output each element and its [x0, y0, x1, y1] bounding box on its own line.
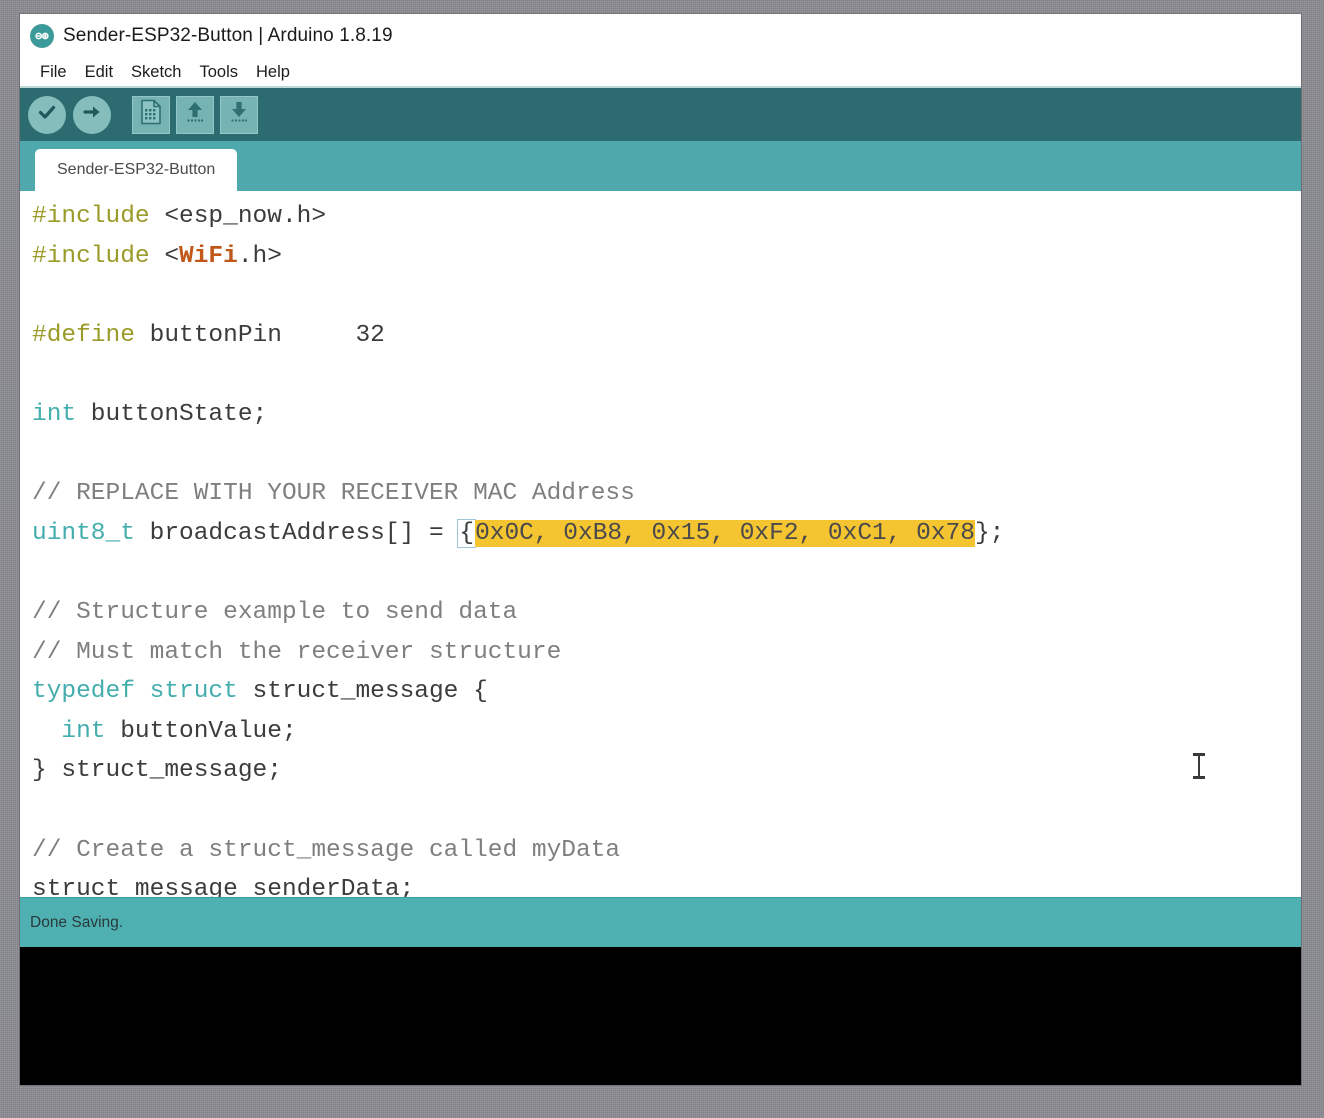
document-icon [139, 99, 163, 130]
code-token: <esp_now.h> [149, 203, 327, 230]
status-message: Done Saving. [30, 913, 124, 931]
menu-item-help[interactable]: Help [256, 63, 290, 82]
code-token: struct [149, 678, 238, 706]
code-token: #include [32, 242, 150, 270]
menu-item-edit[interactable]: Edit [85, 63, 113, 82]
code-line: #include <WiFi.h> [32, 237, 1301, 277]
code-line: uint8_t broadcastAddress[] = {0x0C, 0xB8… [32, 514, 1301, 554]
window-title: Sender-ESP32-Button | Arduino 1.8.19 [63, 25, 393, 46]
code-token: int [32, 400, 77, 428]
code-line: typedef struct struct_message { [32, 672, 1301, 712]
code-token: < [149, 242, 180, 270]
console-output[interactable] [20, 947, 1301, 1085]
code-line: int buttonValue; [32, 712, 1301, 752]
arrow-right-icon [81, 101, 103, 128]
code-line: // Structure example to send data [32, 593, 1301, 633]
menu-bar: File Edit Sketch Tools Help [20, 58, 1301, 88]
code-token: { [457, 518, 477, 548]
code-token: // Must match the receiver structure [32, 638, 562, 666]
menu-item-tools[interactable]: Tools [199, 63, 238, 82]
code-line: struct message senderData; [32, 870, 1301, 897]
open-button[interactable] [176, 95, 214, 134]
sketch-tab-sender-esp32-button[interactable]: Sender-ESP32-Button [35, 149, 238, 191]
code-token: // Create a struct_message called myData [32, 836, 621, 864]
code-token: // REPLACE WITH YOUR RECEIVER MAC Addres… [32, 480, 635, 508]
save-button[interactable] [220, 95, 258, 134]
status-bar: Done Saving. [20, 897, 1301, 947]
menu-item-file[interactable]: File [40, 63, 67, 82]
code-line: // Must match the receiver structure [32, 633, 1301, 673]
code-token: WiFi [179, 242, 238, 270]
code-token: buttonPin 32 [134, 321, 385, 349]
code-line: } struct_message; [32, 751, 1301, 791]
menu-item-sketch[interactable]: Sketch [131, 63, 181, 82]
sketch-tab-bar: Sender-ESP32-Button [20, 141, 1301, 191]
code-token: } struct_message; [32, 757, 282, 785]
new-button[interactable] [132, 95, 170, 134]
code-text: #include <esp_now.h> #include <WiFi.h> #d… [20, 197, 1301, 897]
upload-button[interactable] [73, 95, 111, 134]
code-token: int [61, 717, 106, 745]
code-token: #include [32, 203, 150, 230]
code-token: buttonValue; [105, 717, 297, 745]
check-icon [36, 101, 58, 128]
code-line: int buttonState; [32, 395, 1301, 435]
arrow-up-icon [182, 99, 208, 130]
code-token: typedef [32, 678, 135, 706]
code-token: .h> [237, 242, 282, 270]
title-bar: Sender-ESP32-Button | Arduino 1.8.19 [20, 14, 1301, 58]
code-editor[interactable]: #include <esp_now.h> #include <WiFi.h> #d… [20, 191, 1301, 897]
code-token: buttonState; [76, 400, 268, 428]
code-token: struct_message { [237, 678, 488, 706]
arduino-ide-window: Sender-ESP32-Button | Arduino 1.8.19 Fil… [20, 14, 1301, 1085]
arrow-down-icon [226, 99, 252, 130]
code-token: 0x0C, 0xB8, 0x15, 0xF2, 0xC1, 0x78 [475, 519, 975, 547]
code-token: // Structure example to send data [32, 598, 518, 626]
code-token: uint8_t [32, 519, 135, 547]
code-line: // REPLACE WITH YOUR RECEIVER MAC Addres… [32, 474, 1301, 514]
code-line: #define buttonPin 32 [32, 316, 1301, 356]
arduino-infinity-logo-icon [30, 24, 54, 48]
code-token: }; [974, 519, 1005, 547]
sketch-tab-label: Sender-ESP32-Button [57, 161, 216, 178]
toolbar [20, 88, 1301, 141]
code-line: #include <esp_now.h> [32, 197, 1301, 237]
verify-button[interactable] [28, 95, 66, 134]
code-token: broadcastAddress[] = [134, 519, 459, 547]
code-token: #define [32, 321, 135, 349]
code-line: // Create a struct_message called myData [32, 831, 1301, 871]
code-token: struct message senderData; [32, 876, 415, 897]
